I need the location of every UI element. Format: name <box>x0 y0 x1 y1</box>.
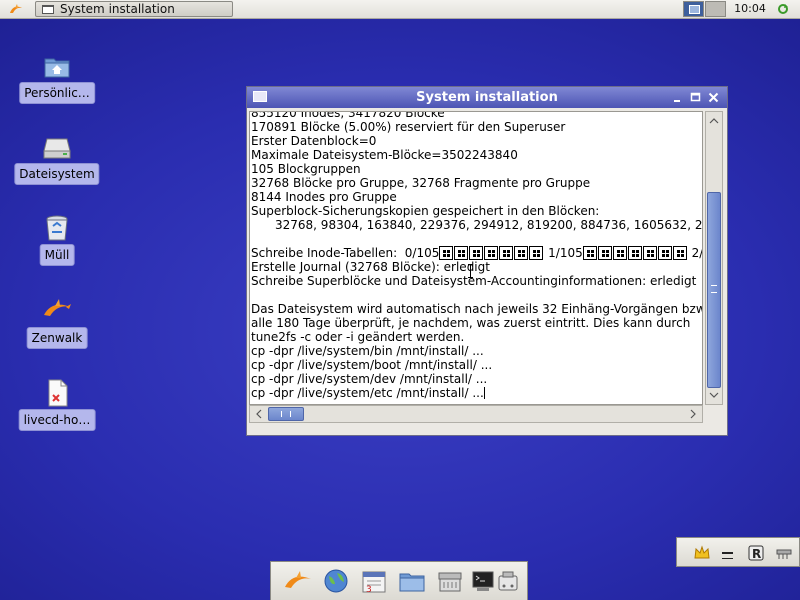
system-installation-window: System installation 855120 Inodes, 34178… <box>246 86 728 436</box>
log-line: tune2fs -c oder -i geändert werden. <box>251 330 465 344</box>
unprintable-char <box>582 246 597 260</box>
log-line: 8144 Inodes pro Gruppe <box>251 190 397 204</box>
window-menu-icon[interactable] <box>253 91 267 102</box>
window-title: System installation <box>416 90 558 105</box>
unprintable-char <box>469 246 484 260</box>
scroll-up-icon[interactable] <box>709 116 719 126</box>
ibeam-cursor-icon <box>468 264 473 278</box>
desktop-icon-label: Dateisystem <box>14 163 100 185</box>
unprintable-char <box>627 246 642 260</box>
unprintable-char <box>612 246 627 260</box>
log-line: Maximale Dateisystem-Blöcke=3502243840 <box>251 148 518 162</box>
home-folder-icon <box>44 58 70 78</box>
log-line: Erster Datenblock=0 <box>251 134 377 148</box>
log-line-inode-tables: Schreibe Inode-Tabellen: 0/105 1/105 2/1… <box>251 246 703 260</box>
inode-progress-1: 1/105 <box>548 246 583 260</box>
crown-icon[interactable] <box>693 544 711 562</box>
top-panel: System installation 10:04 <box>0 0 800 19</box>
log-line: cp -dpr /live/system/bin /mnt/install/ .… <box>251 344 484 358</box>
unprintable-char <box>597 246 612 260</box>
scroll-left-icon[interactable] <box>254 409 264 419</box>
installation-log: 855120 Inodes, 3417820 Blöcke 170891 Blö… <box>251 111 703 400</box>
unprintable-char <box>657 246 672 260</box>
taskbar-button-label: System installation <box>60 2 175 16</box>
removable-media-icon[interactable] <box>493 567 523 595</box>
maximize-button[interactable] <box>689 91 702 104</box>
zenwalk-icon <box>44 299 71 316</box>
log-line: 32768, 98304, 163840, 229376, 294912, 81… <box>275 218 703 232</box>
calendar-icon[interactable]: 3 <box>359 567 389 595</box>
desktop-icon-label: livecd-ho… <box>18 409 96 431</box>
unprintable-char <box>499 246 514 260</box>
log-line-text: cp -dpr /live/system/etc /mnt/install/ .… <box>251 386 484 400</box>
log-line: 170891 Blöcke (5.00%) reserviert für den… <box>251 120 566 134</box>
scroll-right-icon[interactable] <box>688 409 698 419</box>
log-line: Schreibe Superblöcke und Dateisystem-Acc… <box>251 274 697 288</box>
minimize-button[interactable] <box>671 91 684 104</box>
minimize-icon[interactable] <box>719 544 737 562</box>
workspace-2[interactable] <box>705 1 726 17</box>
log-line: Superblock-Sicherungskopien gespeichert … <box>251 204 600 218</box>
log-line: alle 180 Tage überprüft, je nachdem, was… <box>251 316 691 330</box>
desktop-icon-label: Müll <box>39 244 75 266</box>
horizontal-scroll-thumb[interactable] <box>268 407 304 421</box>
unprintable-char <box>672 246 687 260</box>
desktop-icon-label: Zenwalk <box>26 327 88 349</box>
log-line: Erstelle Journal (32768 Blöcke): erledig… <box>251 260 490 274</box>
log-line: cp -dpr /live/system/dev /mnt/install/ .… <box>251 372 488 386</box>
log-line-last: cp -dpr /live/system/etc /mnt/install/ .… <box>251 386 702 400</box>
launcher-dock: 3 <box>270 561 528 600</box>
log-line: cp -dpr /live/system/boot /mnt/install/ … <box>251 358 493 372</box>
unprintable-char <box>454 246 469 260</box>
drive-icon <box>43 138 71 159</box>
unprintable-char <box>484 246 499 260</box>
unprintable-char <box>529 246 544 260</box>
folder-icon[interactable] <box>397 567 427 595</box>
trash-icon <box>46 215 68 241</box>
workspace-pager <box>683 1 727 17</box>
zenwalk-icon[interactable] <box>283 567 313 595</box>
log-line: 105 Blockgruppen <box>251 162 361 176</box>
log-line: 855120 Inodes, 3417820 Blöcke <box>251 111 445 120</box>
clock[interactable]: 10:04 <box>730 0 770 19</box>
window-icon <box>42 5 54 14</box>
inode-progress-start: Schreibe Inode-Tabellen: 0/105 <box>251 246 440 260</box>
log-line: Das Dateisystem wird automatisch nach je… <box>251 302 703 316</box>
package-manager-icon[interactable] <box>435 567 465 595</box>
text-caret <box>483 387 485 399</box>
refresh-icon[interactable] <box>777 3 789 15</box>
vertical-scrollbar[interactable] <box>705 111 723 405</box>
log-line: 32768 Blöcke pro Gruppe, 32768 Fragmente… <box>251 176 591 190</box>
unprintable-char <box>514 246 529 260</box>
r-badge-icon[interactable]: R <box>747 544 765 562</box>
hardware-icon[interactable] <box>775 544 793 562</box>
zenwalk-menu-icon[interactable] <box>8 2 24 16</box>
web-browser-icon[interactable] <box>321 567 351 595</box>
unprintable-char <box>439 246 454 260</box>
desktop-icon-label: Persönlic… <box>19 82 95 104</box>
scroll-down-icon[interactable] <box>709 390 719 400</box>
window-titlebar[interactable]: System installation <box>247 87 727 108</box>
inode-progress-2: 2/10 <box>691 246 703 260</box>
close-button[interactable] <box>707 91 720 104</box>
unprintable-char <box>642 246 657 260</box>
taskbar-button-system-installation[interactable]: System installation <box>35 1 233 17</box>
svg-text:3: 3 <box>366 585 372 595</box>
svg-text:R: R <box>752 547 761 561</box>
vertical-scroll-thumb[interactable] <box>707 192 721 388</box>
workspace-1[interactable] <box>683 1 704 17</box>
horizontal-scrollbar[interactable] <box>249 405 703 423</box>
system-tray: R <box>676 537 800 567</box>
document-icon <box>48 379 68 407</box>
installation-log-textarea[interactable]: 855120 Inodes, 3417820 Blöcke 170891 Blö… <box>249 111 703 405</box>
